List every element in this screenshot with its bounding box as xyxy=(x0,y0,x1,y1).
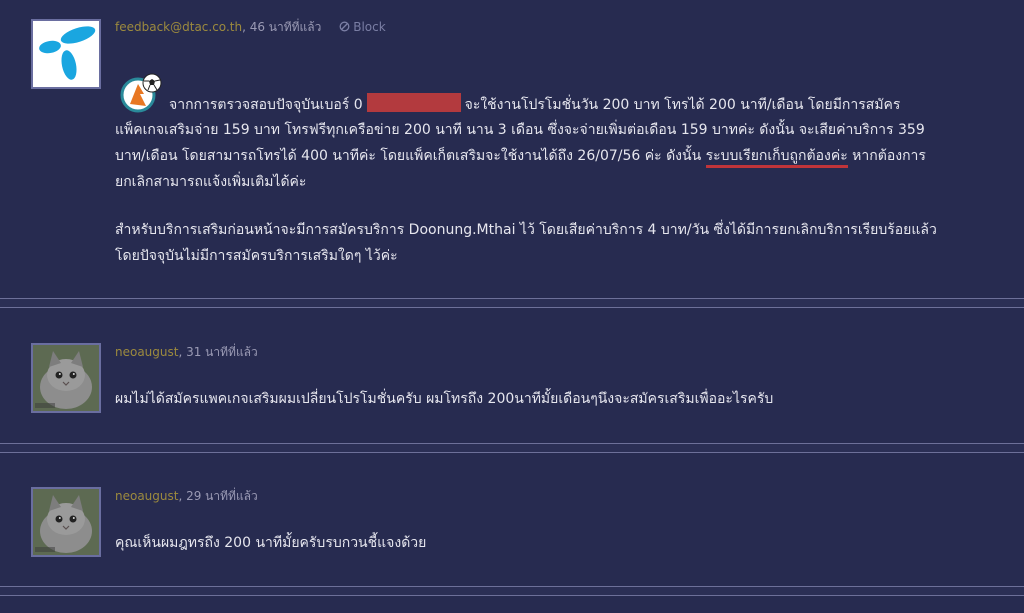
text-segment: จะใช้งานโปรโมชั่นวัน 200 บาท โทรได้ 200 … xyxy=(464,97,901,113)
comment-divider xyxy=(0,586,1024,596)
text-segment: หากต้องการ xyxy=(852,148,926,164)
author-link[interactable]: feedback@dtac.co.th xyxy=(115,20,242,34)
timestamp: , 31 นาทีที่แล้ว xyxy=(178,345,258,359)
cat-avatar-icon xyxy=(33,489,99,555)
avatar[interactable] xyxy=(31,343,101,413)
comment-line: โดยปัจจุบันไม่มีการสมัครบริการเสริมใดๆ ไ… xyxy=(115,248,398,264)
timestamp: , 46 นาทีที่แล้ว xyxy=(242,20,322,34)
comment-divider xyxy=(0,443,1024,453)
comment-line: คุณเห็นผมฎทรถึง 200 นาทีมั้ยครับรบกวนชี้… xyxy=(115,535,427,551)
redacted-phone-number xyxy=(366,93,461,112)
dtac-logo-icon xyxy=(33,21,99,87)
comment-meta: neoaugust, 31 นาทีที่แล้ว xyxy=(115,345,258,359)
underlined-text: ระบบเรียกเก็บถูกต้องค่ะ xyxy=(705,148,848,168)
author-link[interactable]: neoaugust xyxy=(115,345,178,359)
text-segment: บาท/เดือน โดยสามารถโทรได้ 400 นาทีค่ะ โด… xyxy=(115,148,702,164)
comment-meta: feedback@dtac.co.th, 46 นาทีที่แล้ว Bloc… xyxy=(115,20,386,34)
avatar[interactable] xyxy=(31,487,101,557)
comment-line: แพ็คเกจเสริมจ่าย 159 บาท โทรฟรีทุกเครือข… xyxy=(115,122,925,138)
comment-line: ผมไม่ได้สมัครแพคเกจเสริมผมเปลี่ยนโปรโมชั… xyxy=(115,391,774,407)
comment-line: สำหรับบริการเสริมก่อนหน้าจะมีการสมัครบริ… xyxy=(115,222,937,238)
avatar[interactable] xyxy=(31,19,101,89)
cat-avatar-icon xyxy=(33,345,99,411)
author-link[interactable]: neoaugust xyxy=(115,489,178,503)
comment-line: บาท/เดือน โดยสามารถโทรได้ 400 นาทีค่ะ โด… xyxy=(115,145,926,168)
football-emoticon-icon xyxy=(120,73,162,113)
text-segment: จากการตรวจสอบปัจจุบันเบอร์ 0 xyxy=(169,97,363,113)
comment-line: จากการตรวจสอบปัจจุบันเบอร์ 0 จะใช้งานโปรโ… xyxy=(169,93,900,116)
block-button[interactable]: Block xyxy=(339,20,386,34)
comment-divider xyxy=(0,298,1024,308)
block-icon xyxy=(339,21,350,32)
timestamp: , 29 นาทีที่แล้ว xyxy=(178,489,258,503)
block-label: Block xyxy=(353,20,386,34)
comment-line: ยกเลิกสามารถแจ้งเพิ่มเติมได้ค่ะ xyxy=(115,174,307,190)
comment-meta: neoaugust, 29 นาทีที่แล้ว xyxy=(115,489,258,503)
